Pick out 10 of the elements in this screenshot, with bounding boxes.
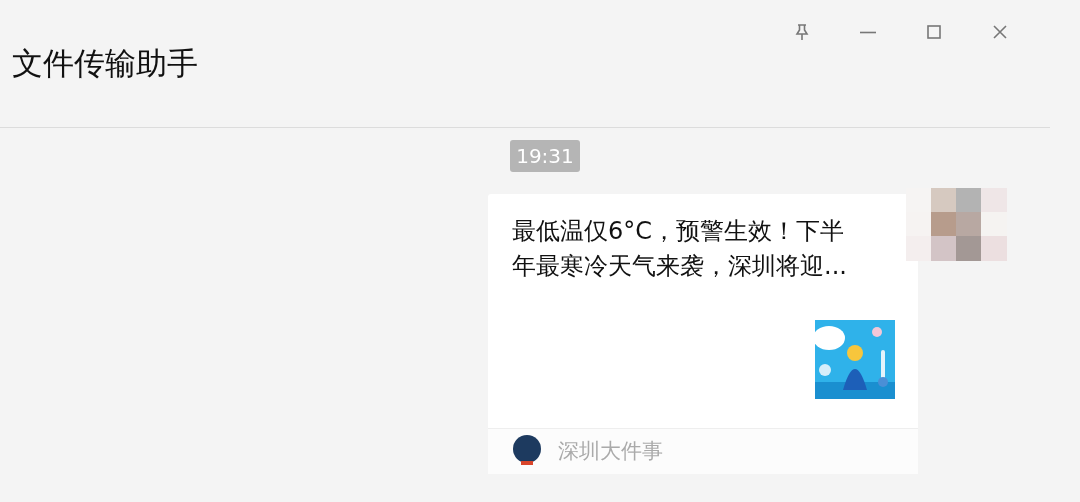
article-card[interactable]: 最低温仅6°C，预警生效！下半年最寒冷天气来袭，深圳将迎... 深圳大件事 [488,194,918,474]
maximize-icon [925,23,943,41]
article-title: 最低温仅6°C，预警生效！下半年最寒冷天气来袭，深圳将迎... [511,216,848,282]
timestamp: 19:31 [510,140,580,172]
pin-icon [793,23,811,41]
window-title: 文件传输助手 [12,46,198,81]
source-name: 深圳大件事 [558,438,663,465]
close-icon [991,23,1009,41]
minimize-icon [859,30,877,34]
source-logo-icon [510,434,544,468]
